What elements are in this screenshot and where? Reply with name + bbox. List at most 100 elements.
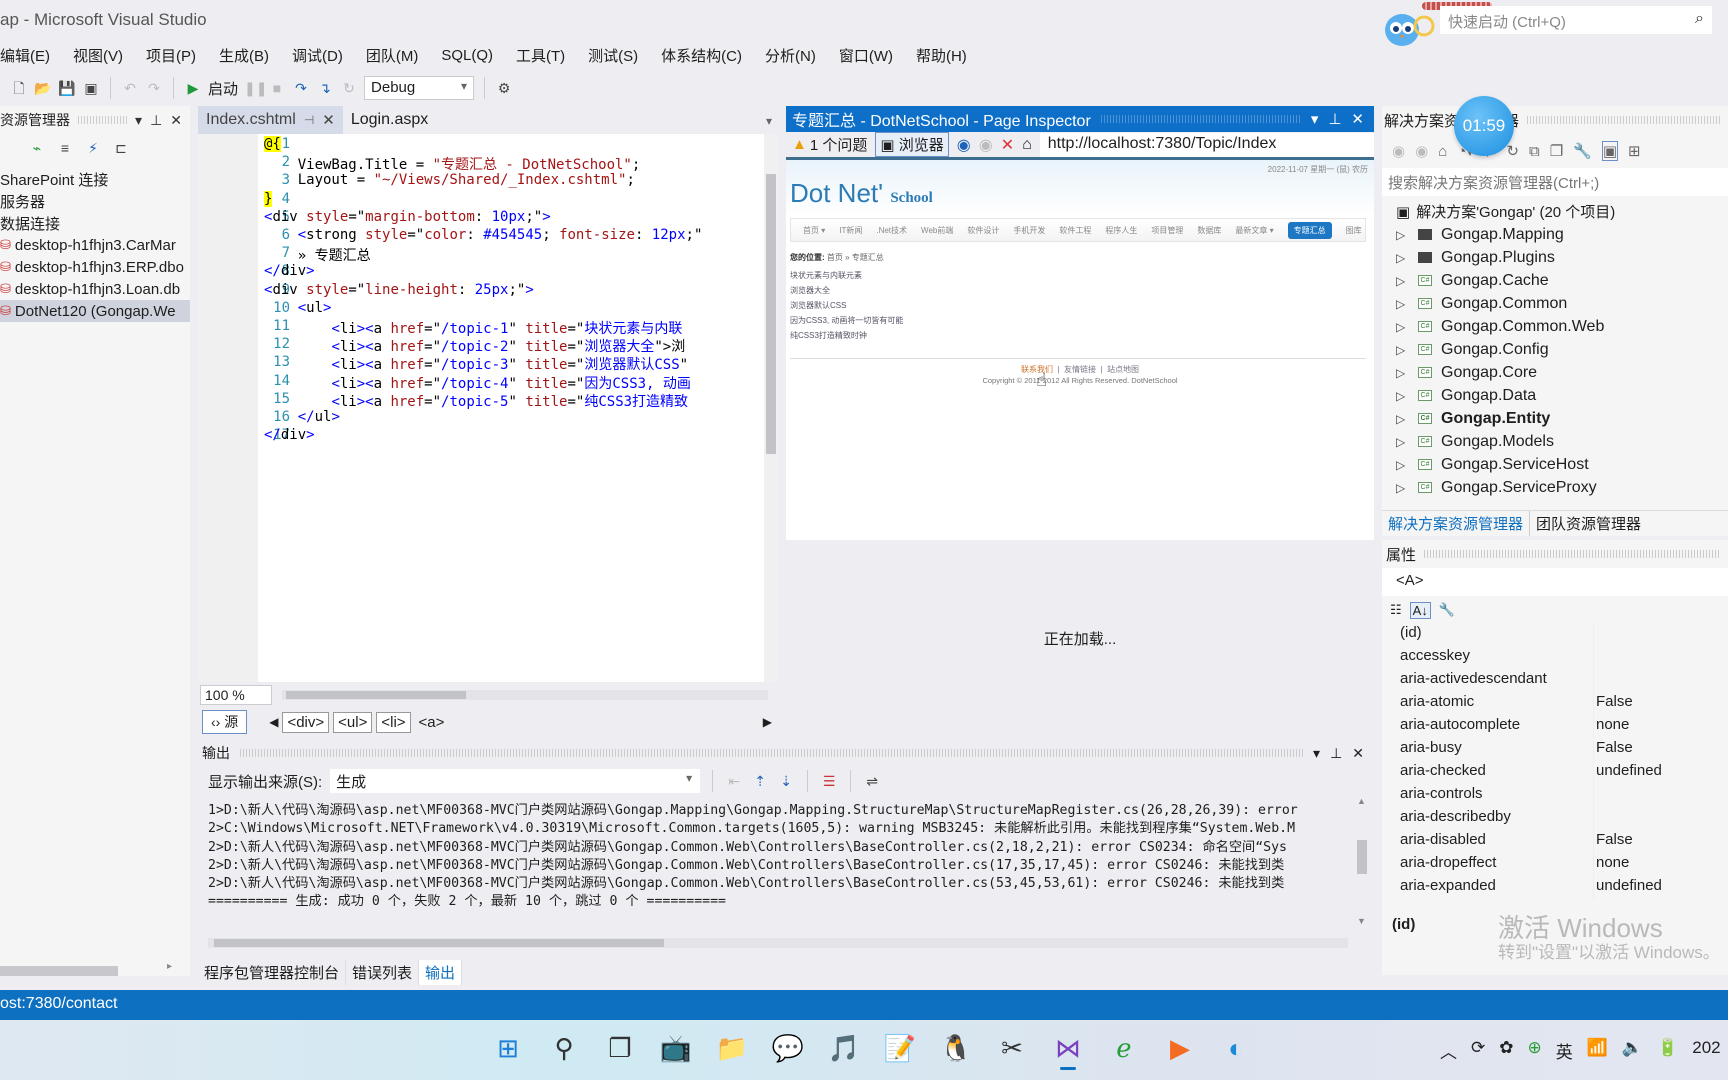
code-line[interactable]: </div> (264, 263, 315, 279)
property-value[interactable] (1593, 785, 1728, 808)
alphabetical-icon[interactable]: A↓ (1409, 601, 1431, 619)
tab-solution-explorer[interactable]: 解决方案资源管理器 (1382, 511, 1529, 536)
site-logo[interactable]: Dot Net' School (790, 178, 933, 209)
left-panel-scrollbar[interactable]: ▸ (0, 961, 180, 976)
breadcrumb-li[interactable]: <li> (376, 711, 411, 733)
expand-icon[interactable]: ▷ (1396, 297, 1418, 311)
expand-icon[interactable]: ▷ (1396, 320, 1418, 334)
code-line[interactable]: <li><a href="/topic-1" title="块状元素与内联 (264, 318, 682, 338)
expand-icon[interactable]: ▷ (1396, 251, 1418, 265)
code-line[interactable]: </div> (264, 427, 315, 443)
ie-icon[interactable]: ℯ (1106, 1030, 1142, 1066)
music-icon[interactable]: 🎵 (826, 1030, 862, 1066)
code-line[interactable]: <li><a href="/topic-2" title="浏览器大全">浏 (264, 336, 685, 356)
solution-project[interactable]: ▷ C# Gongap.Cache (1382, 269, 1728, 292)
property-row[interactable]: (id) (1382, 624, 1728, 647)
property-row[interactable]: aria-busy False (1382, 739, 1728, 762)
code-line[interactable]: <div style="line-height: 25px;"> (264, 282, 534, 298)
pin-icon[interactable]: ⊥ (1330, 745, 1342, 762)
output-source-select[interactable]: 生成 (330, 769, 701, 793)
expand-icon[interactable]: ▷ (1396, 435, 1418, 449)
sync-icon[interactable]: ⟳ (1471, 1038, 1485, 1063)
property-row[interactable]: aria-atomic False (1382, 693, 1728, 716)
site-nav-item[interactable]: .Net技术 (876, 225, 907, 236)
forward-icon[interactable]: ◉ (979, 135, 993, 155)
topic-link[interactable]: 因为CSS3, 动画将一切皆有可能 (790, 313, 903, 328)
solution-search-input[interactable]: 搜索解决方案资源管理器(Ctrl+;) (1382, 168, 1728, 196)
menu-item[interactable]: 生成(B) (219, 45, 269, 66)
code-area[interactable]: 1 @{2 ViewBag.Title = "专题汇总 - DotNetSchoo… (198, 134, 768, 682)
property-value[interactable] (1593, 647, 1728, 670)
topic-link[interactable]: 浏览器默认CSS (790, 298, 903, 313)
start-icon[interactable]: ⊞ (490, 1030, 526, 1066)
bottom-tab[interactable]: 输出 (419, 959, 463, 985)
task-view-icon[interactable]: ❐ (602, 1030, 638, 1066)
code-line[interactable]: </ul> (264, 409, 340, 425)
visual-studio-icon[interactable]: ⋈ (1050, 1030, 1086, 1070)
property-value[interactable]: False (1593, 739, 1728, 762)
code-line[interactable]: <div style="margin-bottom: 10px;"> (264, 209, 551, 225)
code-line[interactable]: <li><a href="/topic-5" title="纯CSS3打造精致 (264, 391, 688, 411)
menu-item[interactable]: 体系结构(C) (661, 45, 742, 66)
solution-root[interactable]: ▣ 解决方案'Gongap' (20 个项目) (1382, 200, 1728, 223)
code-line[interactable]: ViewBag.Title = "专题汇总 - DotNetSchool"; (264, 154, 641, 174)
hierarchy-icon[interactable]: ⊏ (112, 139, 130, 157)
qq-icon[interactable]: 🐧 (938, 1030, 974, 1066)
site-nav-item[interactable]: IT新闻 (839, 225, 862, 236)
solution-project[interactable]: ▷ Gongap.Plugins (1382, 246, 1728, 269)
code-line[interactable]: <li><a href="/topic-4" title="因为CSS3, 动画 (264, 373, 690, 393)
tab-overflow-icon[interactable]: ▾ (766, 114, 772, 128)
property-row[interactable]: accesskey (1382, 647, 1728, 670)
code-line[interactable]: Layout = "~/Views/Shared/_Index.cshtml"; (264, 172, 635, 188)
site-nav-item[interactable]: 手机开发 (1013, 225, 1045, 236)
property-row[interactable]: aria-expanded undefined (1382, 877, 1728, 900)
menu-item[interactable]: 窗口(W) (839, 45, 893, 66)
back-icon[interactable]: ◉ (1392, 142, 1405, 160)
server-explorer-item[interactable]: 数据连接 (0, 212, 190, 234)
notepad-icon[interactable]: 📝 (882, 1030, 918, 1066)
site-nav-item[interactable]: 最新文章 ▾ (1235, 225, 1273, 236)
menu-item[interactable]: 调试(D) (292, 45, 343, 66)
code-line[interactable]: <strong style="color: #454545; font-size… (264, 227, 703, 243)
breadcrumb-div[interactable]: <div> (282, 711, 330, 733)
solution-project[interactable]: ▷ C# Gongap.Data (1382, 384, 1728, 407)
property-row[interactable]: aria-describedby (1382, 808, 1728, 831)
solution-project[interactable]: ▷ C# Gongap.Config (1382, 338, 1728, 361)
editor-vertical-scrollbar[interactable] (764, 134, 778, 682)
url-input[interactable]: http://localhost:7380/Topic/Index (1039, 132, 1374, 157)
solution-project[interactable]: ▷ Gongap.Mapping (1382, 223, 1728, 246)
server-explorer-item[interactable]: ⛁ desktop-h1fhjn3.ERP.dbo (0, 256, 190, 278)
expand-icon[interactable]: ▷ (1396, 458, 1418, 472)
app-tray-icon[interactable]: ✿ (1499, 1038, 1513, 1063)
site-nav-item[interactable]: 软件工程 (1059, 225, 1091, 236)
menu-item[interactable]: 团队(M) (366, 45, 419, 66)
property-value[interactable] (1593, 624, 1728, 647)
connect-db-icon[interactable]: ⌁ (28, 139, 46, 157)
expand-icon[interactable]: ▷ (1396, 274, 1418, 288)
tab-index-cshtml[interactable]: Index.cshtml ⊣ ✕ (198, 106, 343, 134)
property-value[interactable]: False (1593, 693, 1728, 716)
start-button[interactable]: 启动 (208, 78, 238, 99)
expand-icon[interactable]: ▷ (1396, 389, 1418, 403)
property-row[interactable]: aria-dropeffect none (1382, 854, 1728, 877)
menu-item[interactable]: 项目(P) (146, 45, 196, 66)
back-icon[interactable]: ◉ (957, 135, 971, 155)
menu-item[interactable]: 帮助(H) (916, 45, 967, 66)
property-value[interactable] (1593, 670, 1728, 693)
code-line[interactable]: } (264, 190, 273, 207)
close-icon[interactable]: ✕ (1352, 745, 1364, 762)
menu-item[interactable]: 分析(N) (765, 45, 816, 66)
topic-link[interactable]: 纯CSS3打造精致时钟 (790, 328, 903, 343)
code-line[interactable]: » 专题汇总 (264, 245, 371, 265)
next-message-icon[interactable]: ⇣ (777, 772, 795, 790)
expand-icon[interactable]: ▷ (1396, 343, 1418, 357)
property-row[interactable]: aria-checked undefined (1382, 762, 1728, 785)
solution-project[interactable]: ▷ C# Gongap.Models (1382, 430, 1728, 453)
file-explorer-icon[interactable]: 📁 (714, 1030, 750, 1066)
refresh-icon[interactable]: ↻ (1506, 142, 1519, 160)
close-icon[interactable]: ✕ (322, 111, 335, 129)
dropdown-icon[interactable]: ▾ (135, 112, 142, 129)
view-icon[interactable]: ⊞ (1628, 142, 1641, 160)
selected-element[interactable]: <A> (1382, 568, 1728, 596)
footer-link-friends[interactable]: 友情链接 (1064, 365, 1096, 374)
